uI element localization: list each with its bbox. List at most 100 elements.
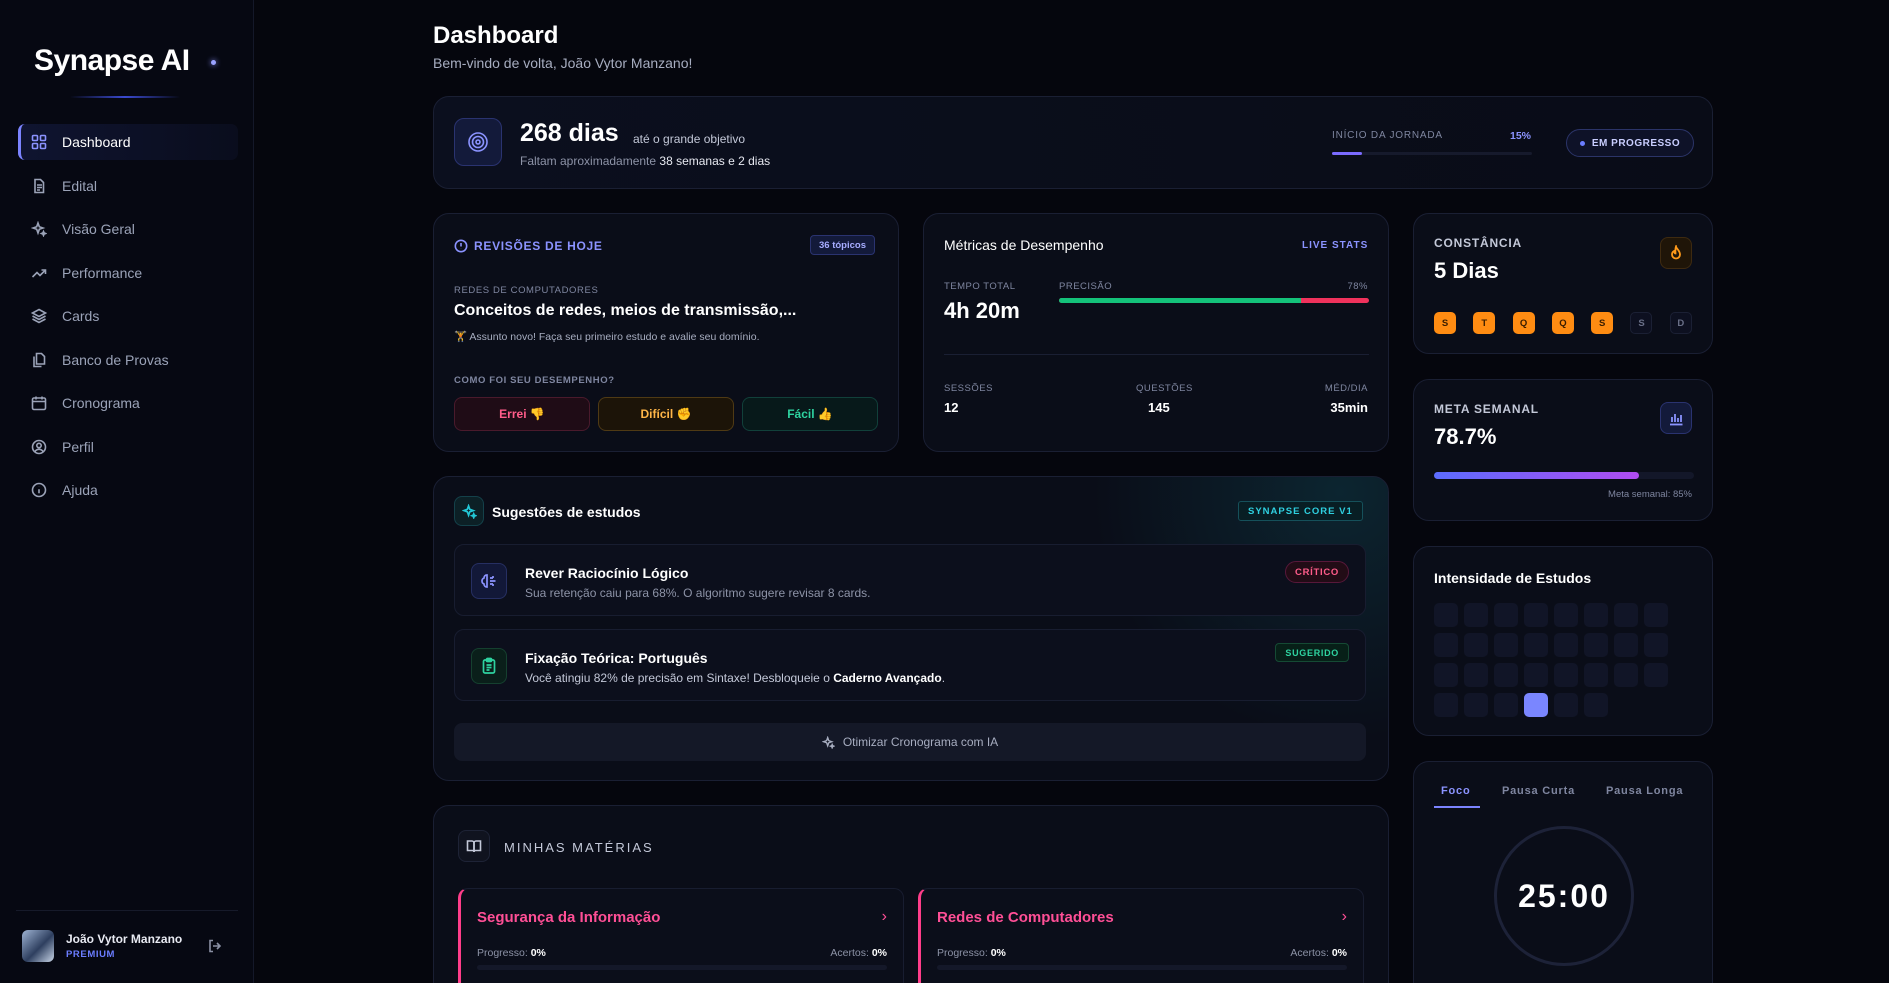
sidebar-item-label: Cronograma xyxy=(62,395,140,411)
intensity-heatmap xyxy=(1434,603,1668,717)
hits-label: Acertos: xyxy=(830,947,869,959)
heatmap-cell xyxy=(1614,633,1638,657)
progress-label: Progresso: xyxy=(477,947,528,959)
precision-fill xyxy=(1059,298,1301,303)
sidebar-item-banco-de-provas[interactable]: Banco de Provas xyxy=(18,342,238,378)
sidebar-item-cards[interactable]: Cards xyxy=(18,298,238,334)
flame-icon xyxy=(1660,237,1692,269)
heatmap-cell xyxy=(1494,603,1518,627)
questions-label: QUESTÕES xyxy=(1136,383,1193,394)
live-stats-label: LIVE STATS xyxy=(1302,240,1369,251)
status-dot xyxy=(1579,140,1585,146)
intensity-title: Intensidade de Estudos xyxy=(1434,570,1592,586)
suggestion-item[interactable]: Rever Raciocínio Lógico Sua retenção cai… xyxy=(454,544,1366,616)
subject-card[interactable]: Segurança da Informação › Progresso: 0% … xyxy=(458,888,904,983)
precision-value: 78% xyxy=(1347,281,1368,292)
subject-hits: Acertos: 0% xyxy=(1290,947,1347,959)
heatmap-cell xyxy=(1494,633,1518,657)
heatmap-cell xyxy=(1434,633,1458,657)
heatmap-cell xyxy=(1614,663,1638,687)
tab-pausa-curta[interactable]: Pausa Curta xyxy=(1502,785,1575,797)
heatmap-cell xyxy=(1524,663,1548,687)
heatmap-cell xyxy=(1464,693,1488,717)
timer-display[interactable]: 25:00 xyxy=(1494,826,1634,966)
sidebar-item-label: Cards xyxy=(62,308,100,324)
sidebar-divider xyxy=(16,910,238,911)
streak-label: CONSTÂNCIA xyxy=(1434,236,1522,250)
goal-until: até o grande objetivo xyxy=(633,132,746,146)
info-icon xyxy=(30,481,48,499)
heatmap-cell xyxy=(1524,693,1548,717)
reviews-header: REVISÕES DE HOJE xyxy=(454,239,603,253)
sidebar-item-label: Banco de Provas xyxy=(62,351,169,368)
sidebar-item-ajuda[interactable]: Ajuda xyxy=(18,472,238,508)
streak-day: S xyxy=(1630,312,1653,334)
sidebar-item-perfil[interactable]: Perfil xyxy=(18,429,238,465)
chevron-right-icon: › xyxy=(1341,908,1347,925)
sidebar-nav: Dashboard Edital Visão Geral Performance… xyxy=(18,124,238,516)
journey-progress-fill xyxy=(1332,152,1362,155)
metrics-card: Métricas de Desempenho LIVE STATS TEMPO … xyxy=(923,213,1389,452)
avatar[interactable] xyxy=(22,930,54,962)
active-tab-indicator xyxy=(1434,806,1480,808)
suggestions-title: Sugestões de estudos xyxy=(492,504,641,520)
review-note: 🏋 Assunto novo! Faça seu primeiro estudo… xyxy=(454,331,760,343)
hits-value: 0% xyxy=(1331,947,1347,959)
tab-foco[interactable]: Foco xyxy=(1441,785,1470,797)
streak-value: 5 Dias xyxy=(1434,258,1499,283)
heatmap-cell xyxy=(1494,693,1518,717)
hard-button[interactable]: Difícil ✊ xyxy=(598,397,734,431)
metrics-divider xyxy=(944,354,1369,355)
wrong-button[interactable]: Errei 👎 xyxy=(454,397,590,431)
reviews-title: REVISÕES DE HOJE xyxy=(474,239,603,253)
document-icon xyxy=(30,177,48,195)
streak-day: S xyxy=(1434,312,1456,334)
sidebar-item-performance[interactable]: Performance xyxy=(18,255,238,291)
status-label: EM PROGRESSO xyxy=(1591,137,1681,149)
heatmap-cell xyxy=(1554,663,1578,687)
heatmap-cell xyxy=(1614,603,1638,627)
app-logo[interactable]: Synapse AI xyxy=(34,44,190,78)
subject-hits: Acertos: 0% xyxy=(830,947,887,959)
sidebar-item-dashboard[interactable]: Dashboard xyxy=(18,124,238,160)
metrics-title: Métricas de Desempenho xyxy=(944,237,1104,253)
weekly-goal-fill xyxy=(1434,472,1639,479)
suggestion-item[interactable]: Fixação Teórica: Português Você atingiu … xyxy=(454,629,1366,701)
tab-pausa-longa[interactable]: Pausa Longa xyxy=(1606,785,1683,797)
heatmap-cell xyxy=(1434,663,1458,687)
suggestion-desc: Você atingiu 82% de precisão em Sintaxe!… xyxy=(525,671,945,685)
sidebar-item-cronograma[interactable]: Cronograma xyxy=(18,385,238,421)
streak-days: STQQSSD xyxy=(1434,312,1709,334)
progress-value: 0% xyxy=(990,947,1006,959)
weekly-goal-note: Meta semanal: 85% xyxy=(1608,489,1692,500)
sidebar-item-edital[interactable]: Edital xyxy=(18,168,238,204)
bar-chart-icon xyxy=(1660,402,1692,434)
critical-badge: CRÍTICO xyxy=(1285,561,1349,583)
precision-label: PRECISÃO xyxy=(1059,281,1113,292)
optimize-schedule-button[interactable]: Otimizar Cronograma com IA xyxy=(454,723,1366,761)
brain-icon xyxy=(471,563,507,599)
total-time-label: TEMPO TOTAL xyxy=(944,281,1016,292)
sidebar-item-visao-geral[interactable]: Visão Geral xyxy=(18,211,238,247)
progress-label: Progresso: xyxy=(937,947,988,959)
layers-icon xyxy=(30,307,48,325)
suggestions-card: Sugestões de estudos SYNAPSE CORE V1 Rev… xyxy=(433,476,1389,781)
questions-value: 145 xyxy=(1148,400,1170,415)
streak-day: T xyxy=(1473,312,1496,334)
user-name: João Vytor Manzano xyxy=(66,932,183,946)
subject-card[interactable]: Redes de Computadores › Progresso: 0% Ac… xyxy=(918,888,1364,983)
subjects-title: MINHAS MATÉRIAS xyxy=(504,840,654,855)
sparkles-icon xyxy=(30,220,48,238)
heatmap-cell xyxy=(1584,663,1608,687)
goal-remaining-value: 38 semanas e 2 dias xyxy=(659,154,771,168)
page-subtitle: Bem-vindo de volta, João Vytor Manzano! xyxy=(433,55,693,71)
easy-button[interactable]: Fácil 👍 xyxy=(742,397,878,431)
suggestion-desc: Sua retenção caiu para 68%. O algoritmo … xyxy=(525,586,871,600)
weekly-goal-card: META SEMANAL 78.7% Meta semanal: 85% xyxy=(1413,379,1713,521)
sessions-value: 12 xyxy=(944,400,959,415)
heatmap-cell xyxy=(1434,693,1458,717)
heatmap-cell xyxy=(1524,603,1548,627)
avg-value: 35min xyxy=(1330,400,1368,415)
intensity-card: Intensidade de Estudos xyxy=(1413,546,1713,736)
logout-icon[interactable] xyxy=(207,938,223,954)
